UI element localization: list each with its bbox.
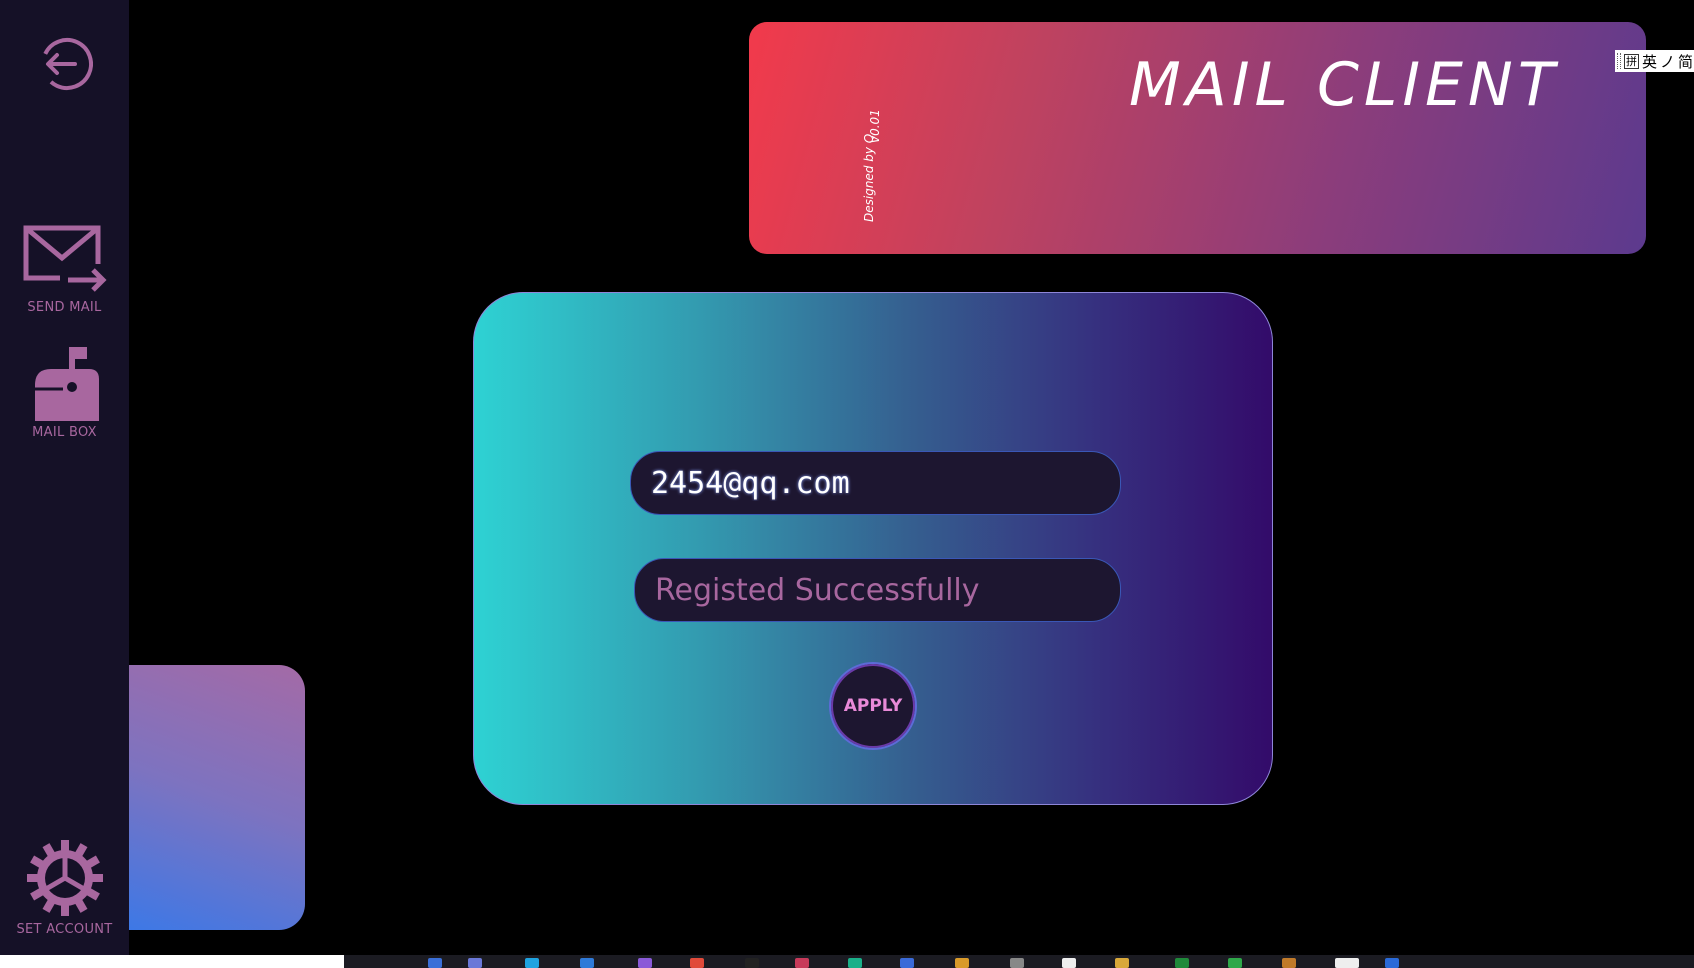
logout-icon (40, 38, 93, 90)
send-mail-icon (23, 225, 108, 292)
taskbar-app-icon[interactable] (1175, 958, 1189, 968)
taskbar-app-icon[interactable] (1062, 958, 1076, 968)
taskbar-app-icon[interactable] (690, 958, 704, 968)
taskbar-app-icon[interactable] (525, 958, 539, 968)
mailbox-icon (34, 347, 99, 421)
app-title: MAIL CLIENT (1129, 50, 1560, 120)
taskbar-app-icon[interactable] (468, 958, 482, 968)
sidebar-item-label: SET ACCOUNT (16, 922, 113, 937)
header-banner: MAIL CLIENT (749, 22, 1646, 254)
ime-drag-handle[interactable] (1617, 53, 1621, 69)
sidebar-item-mail-box[interactable]: MAIL BOX (0, 345, 129, 440)
taskbar-app-icon[interactable] (745, 958, 759, 968)
taskbar-app-icon[interactable] (900, 958, 914, 968)
taskbar-app-icon[interactable] (1282, 958, 1296, 968)
taskbar-app-icon[interactable] (1010, 958, 1024, 968)
decorative-panel (129, 665, 305, 930)
sidebar-item-label: MAIL BOX (32, 425, 97, 440)
ime-simplified-toggle[interactable]: 简 (1678, 51, 1693, 72)
taskbar-app-icon[interactable] (955, 958, 969, 968)
version-label: v0.01 (868, 109, 882, 143)
taskbar-app-icon[interactable] (1115, 958, 1129, 968)
sidebar-item-set-account[interactable]: SET ACCOUNT (0, 838, 129, 937)
gear-icon (26, 840, 103, 916)
sidebar-item-label: SEND MAIL (27, 300, 102, 315)
ime-language-toggle[interactable]: 英 (1642, 51, 1657, 72)
taskbar-app-icon[interactable] (848, 958, 862, 968)
taskbar-app-icon[interactable] (638, 958, 652, 968)
taskbar-app-icon[interactable] (795, 958, 809, 968)
designer-credit: Designed by Q (862, 133, 876, 222)
ime-toolbar[interactable]: 拼 英 ノ 简 (1615, 50, 1694, 72)
ime-punctuation-toggle[interactable]: ノ (1660, 51, 1675, 72)
apply-button[interactable]: APPLY (829, 662, 917, 750)
ime-pinyin-icon[interactable]: 拼 (1624, 53, 1639, 69)
status-field: Registed Successfully (634, 558, 1121, 622)
taskbar-app-icon[interactable] (580, 958, 594, 968)
email-input[interactable] (630, 451, 1121, 515)
taskbar-app-icon[interactable] (1228, 958, 1242, 968)
sidebar-item-back[interactable] (0, 36, 129, 92)
taskbar-app-icon[interactable] (1335, 958, 1359, 968)
taskbar-app-icon[interactable] (1385, 958, 1399, 968)
sidebar-item-send-mail[interactable]: SEND MAIL (0, 224, 129, 315)
taskbar-app-icon[interactable] (428, 958, 442, 968)
app-window: SEND MAIL MAIL BOX SET ACCOUNT MAIL CLIE… (0, 0, 1694, 968)
sidebar: SEND MAIL MAIL BOX SET ACCOUNT (0, 0, 129, 955)
